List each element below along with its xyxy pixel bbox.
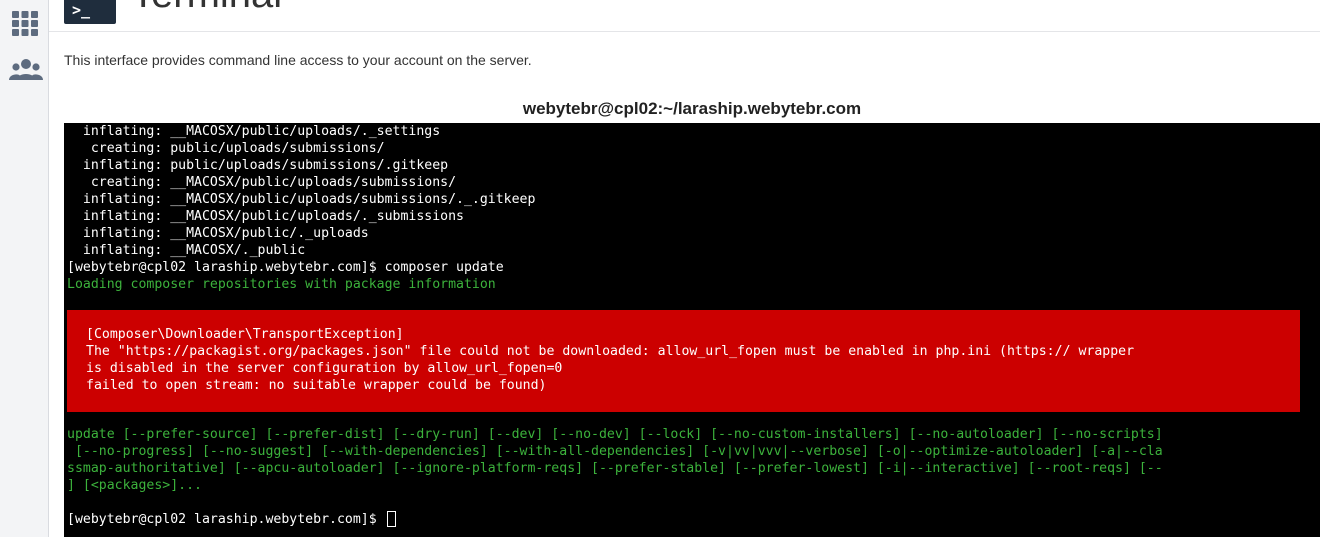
usage-line: [--no-progress] [--no-suggest] [--with-d… (67, 444, 1163, 459)
error-line: failed to open stream: no suitable wrapp… (86, 378, 547, 393)
grid-icon[interactable] (9, 7, 41, 39)
terminal-loading-line: Loading composer repositories with packa… (67, 277, 496, 292)
terminal-icon: >_ (64, 0, 116, 24)
terminal-prompt-line[interactable]: [webytebr@cpl02 laraship.webytebr.com]$ (64, 511, 1320, 528)
page-description: This interface provides command line acc… (64, 52, 532, 68)
error-block: [Composer\Downloader\TransportException]… (67, 310, 1300, 412)
page-header: >_ Terminal (49, 0, 1320, 32)
terminal-line: creating: public/uploads/submissions/ (67, 141, 385, 156)
error-line: [Composer\Downloader\TransportException] (86, 327, 404, 342)
terminal-line: creating: __MACOSX/public/uploads/submis… (67, 175, 457, 190)
terminal-line: inflating: __MACOSX/._public (67, 243, 306, 258)
terminal-line: inflating: __MACOSX/public/uploads/._set… (67, 124, 441, 139)
terminal-command-line: [webytebr@cpl02 laraship.webytebr.com]$ … (67, 260, 504, 275)
error-line: is disabled in the server configuration … (86, 361, 563, 376)
usage-line: update [--prefer-source] [--prefer-dist]… (67, 427, 1163, 442)
users-icon[interactable] (9, 56, 43, 88)
usage-line: ] [<packages>]... (67, 478, 202, 493)
terminal-line: inflating: public/uploads/submissions/.g… (67, 158, 449, 173)
terminal-window[interactable]: inflating: __MACOSX/public/uploads/._set… (64, 123, 1320, 537)
sidebar (0, 0, 49, 537)
terminal-cursor[interactable] (386, 511, 396, 527)
terminal-line: inflating: __MACOSX/public/._uploads (67, 226, 369, 241)
terminal-line: inflating: __MACOSX/public/uploads/._sub… (67, 209, 464, 224)
error-line: The "https://packagist.org/packages.json… (86, 344, 1135, 359)
page-title: Terminal (131, 0, 282, 17)
terminal-title: webytebr@cpl02:~/laraship.webytebr.com (522, 99, 862, 118)
terminal-prompt: [webytebr@cpl02 laraship.webytebr.com]$ (67, 512, 385, 527)
terminal-line: inflating: __MACOSX/public/uploads/submi… (67, 192, 536, 207)
usage-line: ssmap-authoritative] [--apcu-autoloader]… (67, 461, 1163, 476)
